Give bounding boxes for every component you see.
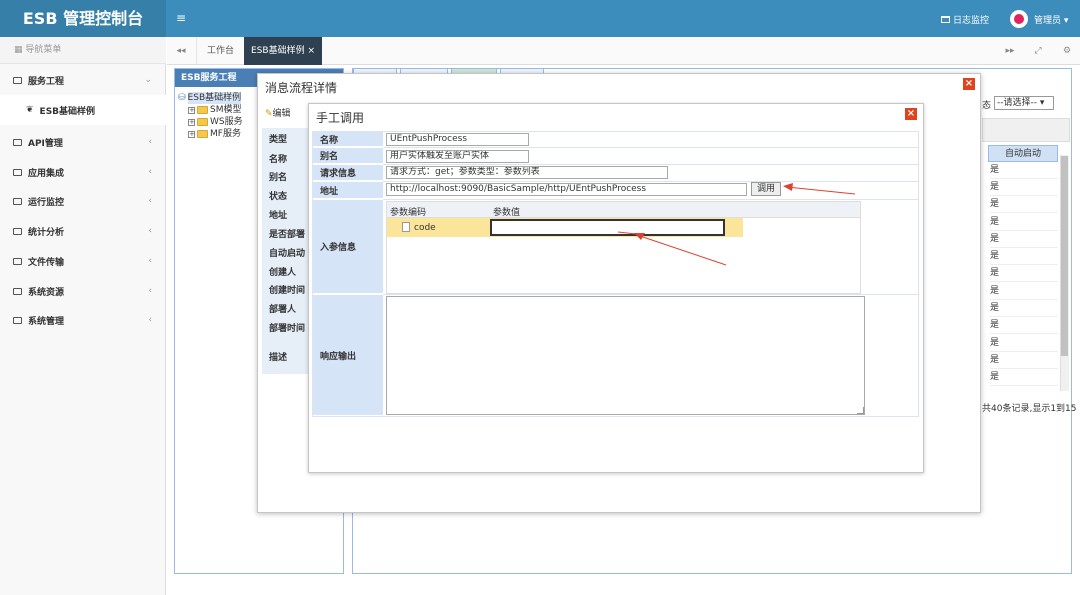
arrow-to-param-input (617, 231, 727, 266)
annotation-arrows (617, 183, 856, 266)
arrow-to-call-button (783, 183, 856, 195)
